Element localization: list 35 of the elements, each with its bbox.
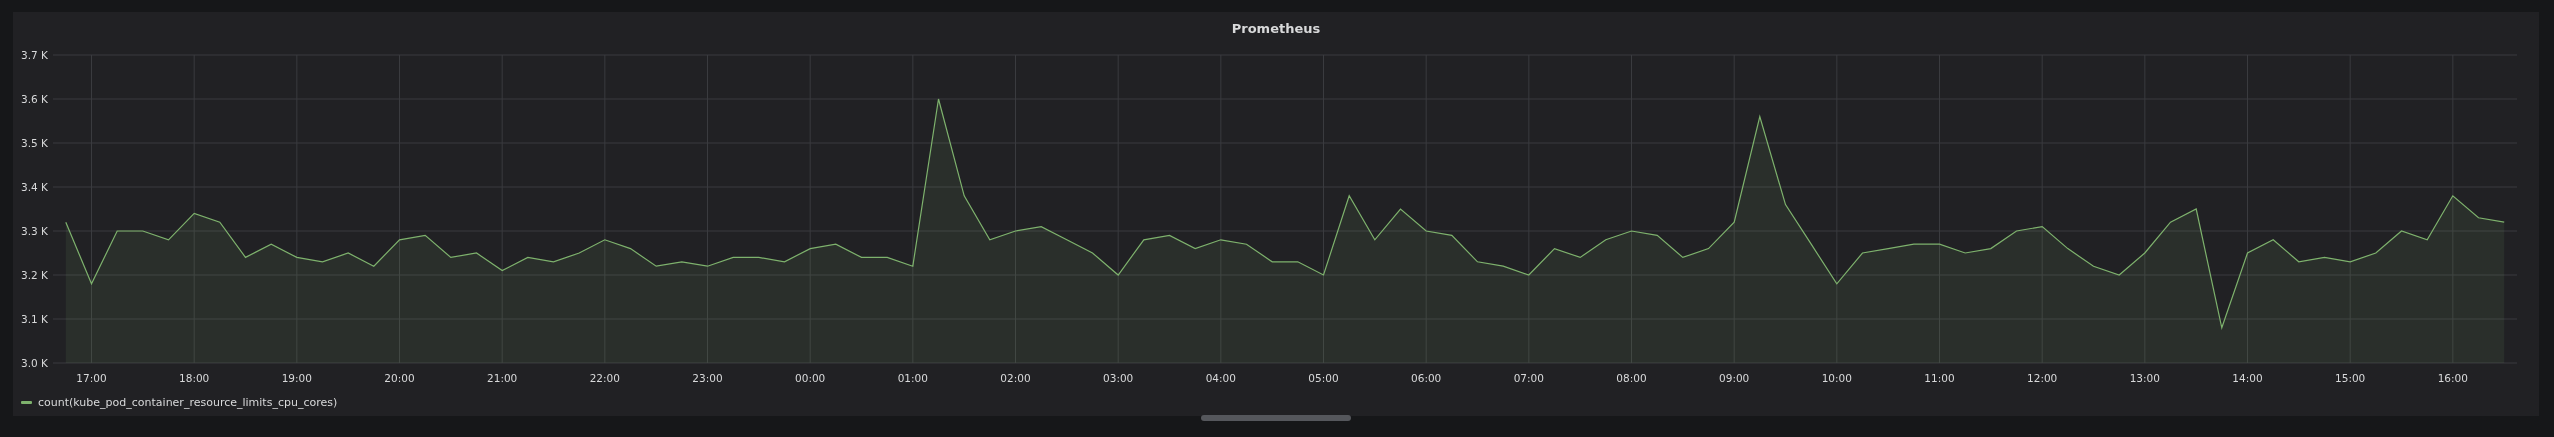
- x-axis-label: 20:00: [384, 372, 415, 384]
- y-axis-label: 3.4 K: [21, 181, 48, 193]
- x-axis-label: 13:00: [2129, 372, 2160, 384]
- x-axis-label: 12:00: [2027, 372, 2058, 384]
- x-axis-label: 22:00: [589, 372, 620, 384]
- legend-label[interactable]: count(kube_pod_container_resource_limits_cpu_cores): [38, 396, 338, 409]
- x-axis-label: 00:00: [795, 372, 826, 384]
- x-axis-label: 02:00: [1000, 372, 1031, 384]
- y-axis-label: 3.2 K: [21, 269, 48, 281]
- y-axis-label: 3.3 K: [21, 225, 48, 237]
- x-axis-label: 19:00: [281, 372, 312, 384]
- x-axis-label: 05:00: [1308, 372, 1339, 384]
- x-axis-label: 10:00: [1821, 372, 1852, 384]
- x-axis-label: 23:00: [692, 372, 723, 384]
- x-axis-label: 06:00: [1411, 372, 1442, 384]
- x-axis-label: 08:00: [1616, 372, 1647, 384]
- x-axis-label: 15:00: [2335, 372, 2366, 384]
- x-axis-label: 18:00: [179, 372, 210, 384]
- x-axis-label: 16:00: [2437, 372, 2468, 384]
- y-axis-label: 3.5 K: [21, 137, 48, 149]
- x-axis-label: 17:00: [76, 372, 107, 384]
- y-axis-label: 3.0 K: [21, 357, 48, 369]
- y-axis-label: 3.6 K: [21, 93, 48, 105]
- x-axis-label: 03:00: [1103, 372, 1134, 384]
- x-axis-label: 07:00: [1513, 372, 1544, 384]
- x-axis-label: 21:00: [487, 372, 518, 384]
- x-axis-label: 04:00: [1205, 372, 1236, 384]
- x-axis-label: 11:00: [1924, 372, 1955, 384]
- scrollbar-thumb[interactable]: [1201, 415, 1351, 421]
- panel-title: Prometheus: [1231, 20, 1321, 38]
- x-axis-label: 09:00: [1719, 372, 1750, 384]
- y-axis-label: 3.7 K: [21, 49, 48, 61]
- y-axis-label: 3.1 K: [21, 313, 48, 325]
- x-axis-label: 14:00: [2232, 372, 2263, 384]
- x-axis-label: 01:00: [897, 372, 928, 384]
